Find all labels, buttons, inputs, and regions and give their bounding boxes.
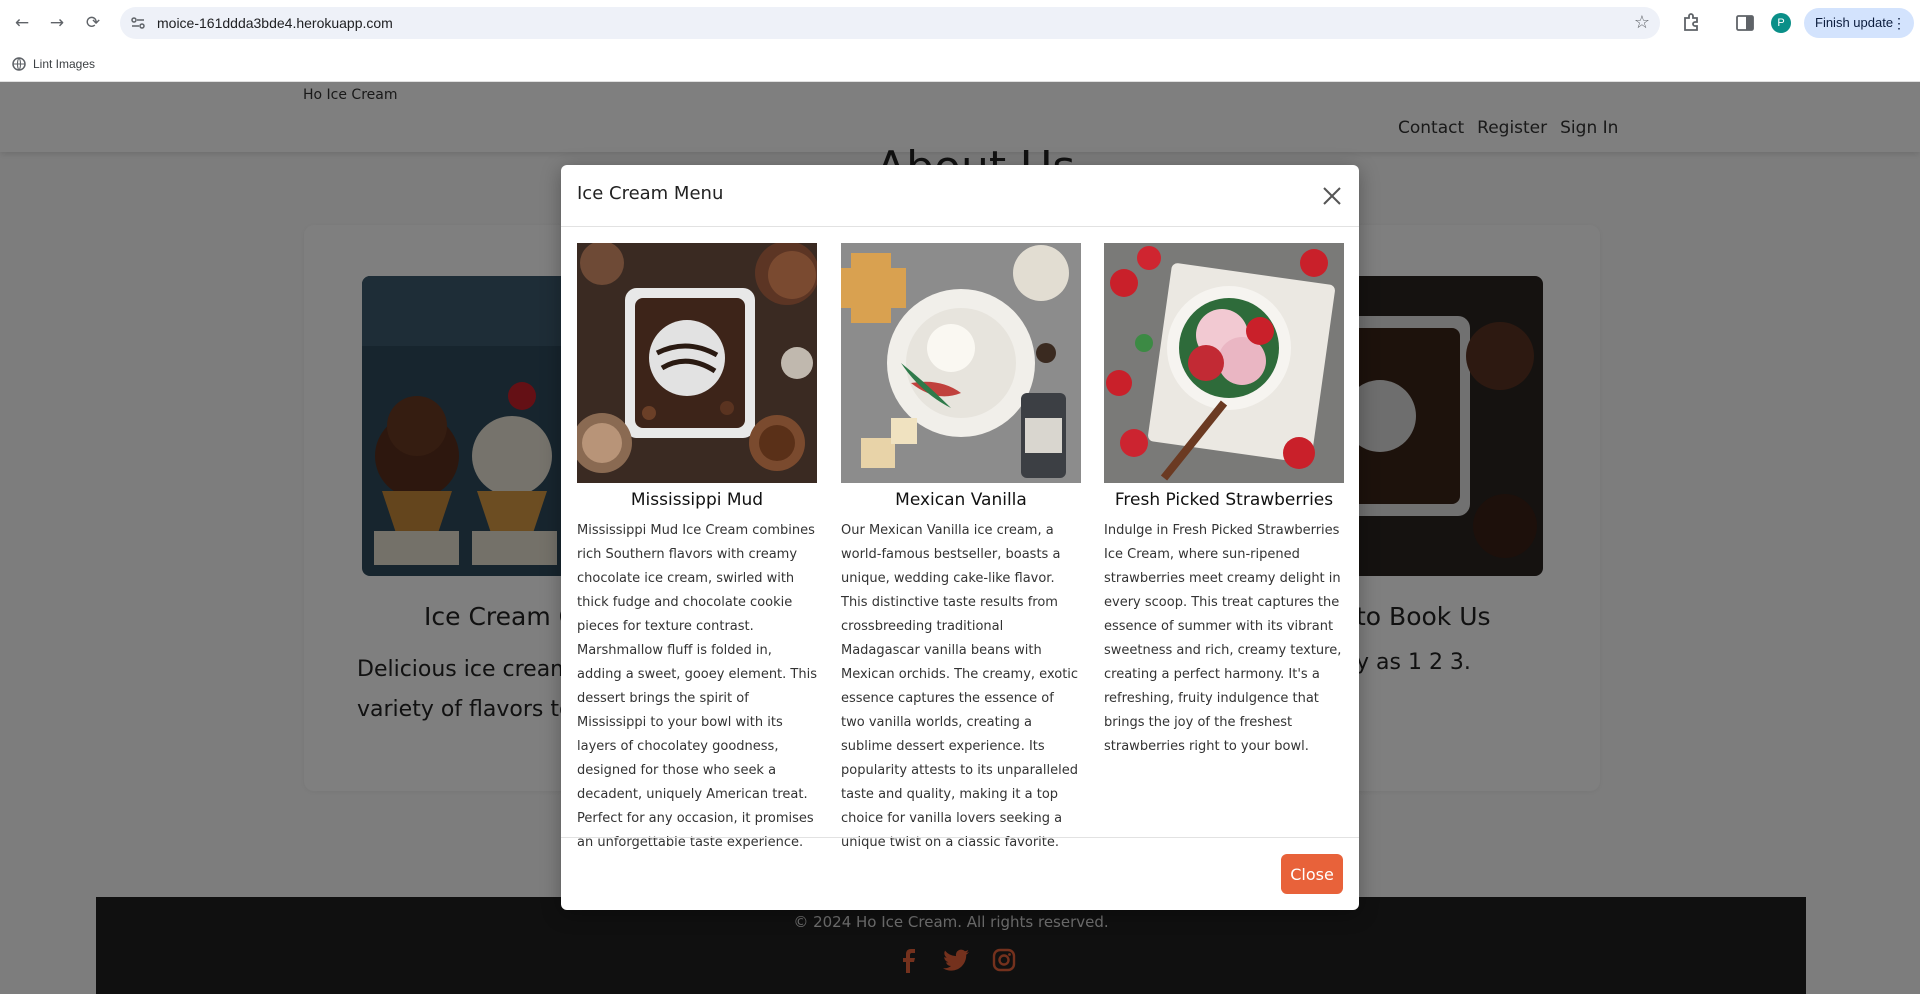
extensions-icon[interactable] xyxy=(1680,12,1702,34)
browser-toolbar: ← → ⟳ moice-161ddda3bde4.herokuapp.com ☆… xyxy=(0,0,1920,46)
address-bar[interactable]: moice-161ddda3bde4.herokuapp.com ☆ xyxy=(120,7,1660,39)
menu-item-name: Mexican Vanilla xyxy=(895,490,1027,510)
modal-header: Ice Cream Menu xyxy=(561,165,1359,227)
url-text[interactable]: moice-161ddda3bde4.herokuapp.com xyxy=(157,7,393,39)
bookmark-star-icon[interactable]: ☆ xyxy=(1634,12,1650,33)
menu-card-fresh-picked-strawberries: Fresh Picked Strawberries Indulge in Fre… xyxy=(1104,243,1344,759)
site-settings-icon[interactable] xyxy=(130,15,146,31)
modal-footer: Close xyxy=(561,837,1359,910)
close-icon[interactable] xyxy=(1321,185,1343,207)
close-button[interactable]: Close xyxy=(1281,854,1343,894)
finish-update-label: Finish update xyxy=(1815,15,1894,30)
bookmark-label: Lint Images xyxy=(33,57,96,71)
mississippi-mud-image xyxy=(577,243,817,483)
more-menu-icon: ⋮ xyxy=(1892,15,1906,31)
side-panel-icon[interactable] xyxy=(1734,12,1756,34)
menu-card-mississippi-mud: Mississippi Mud Mississippi Mud Ice Crea… xyxy=(577,243,817,855)
reload-icon[interactable]: ⟳ xyxy=(82,12,104,34)
finish-update-button[interactable]: Finish update ⋮ xyxy=(1804,8,1914,38)
menu-item-name: Mississippi Mud xyxy=(630,490,764,510)
forward-icon[interactable]: → xyxy=(46,12,68,34)
ice-cream-menu-modal: Ice Cream Menu Mississippi Mud Mississip… xyxy=(561,165,1359,910)
mexican-vanilla-image xyxy=(841,243,1081,483)
menu-cards: Mississippi Mud Mississippi Mud Ice Crea… xyxy=(577,243,1344,850)
globe-icon xyxy=(12,57,26,71)
profile-avatar[interactable]: P xyxy=(1771,13,1791,33)
browser-chrome: ← → ⟳ moice-161ddda3bde4.herokuapp.com ☆… xyxy=(0,0,1920,82)
menu-card-mexican-vanilla: Mexican Vanilla Our Mexican Vanilla ice … xyxy=(841,243,1081,855)
menu-item-description: Indulge in Fresh Picked Strawberries Ice… xyxy=(1104,523,1342,754)
back-icon[interactable]: ← xyxy=(11,12,33,34)
menu-item-description: Mississippi Mud Ice Cream combines rich … xyxy=(577,523,817,850)
menu-item-name: Fresh Picked Strawberries xyxy=(1114,490,1334,510)
bookmarks-bar: Lint Images xyxy=(0,46,1920,82)
strawberries-image xyxy=(1104,243,1344,483)
bookmark-lint-images[interactable]: Lint Images xyxy=(12,54,95,74)
modal-title: Ice Cream Menu xyxy=(577,183,724,204)
menu-item-description: Our Mexican Vanilla ice cream, a world-f… xyxy=(841,523,1079,850)
